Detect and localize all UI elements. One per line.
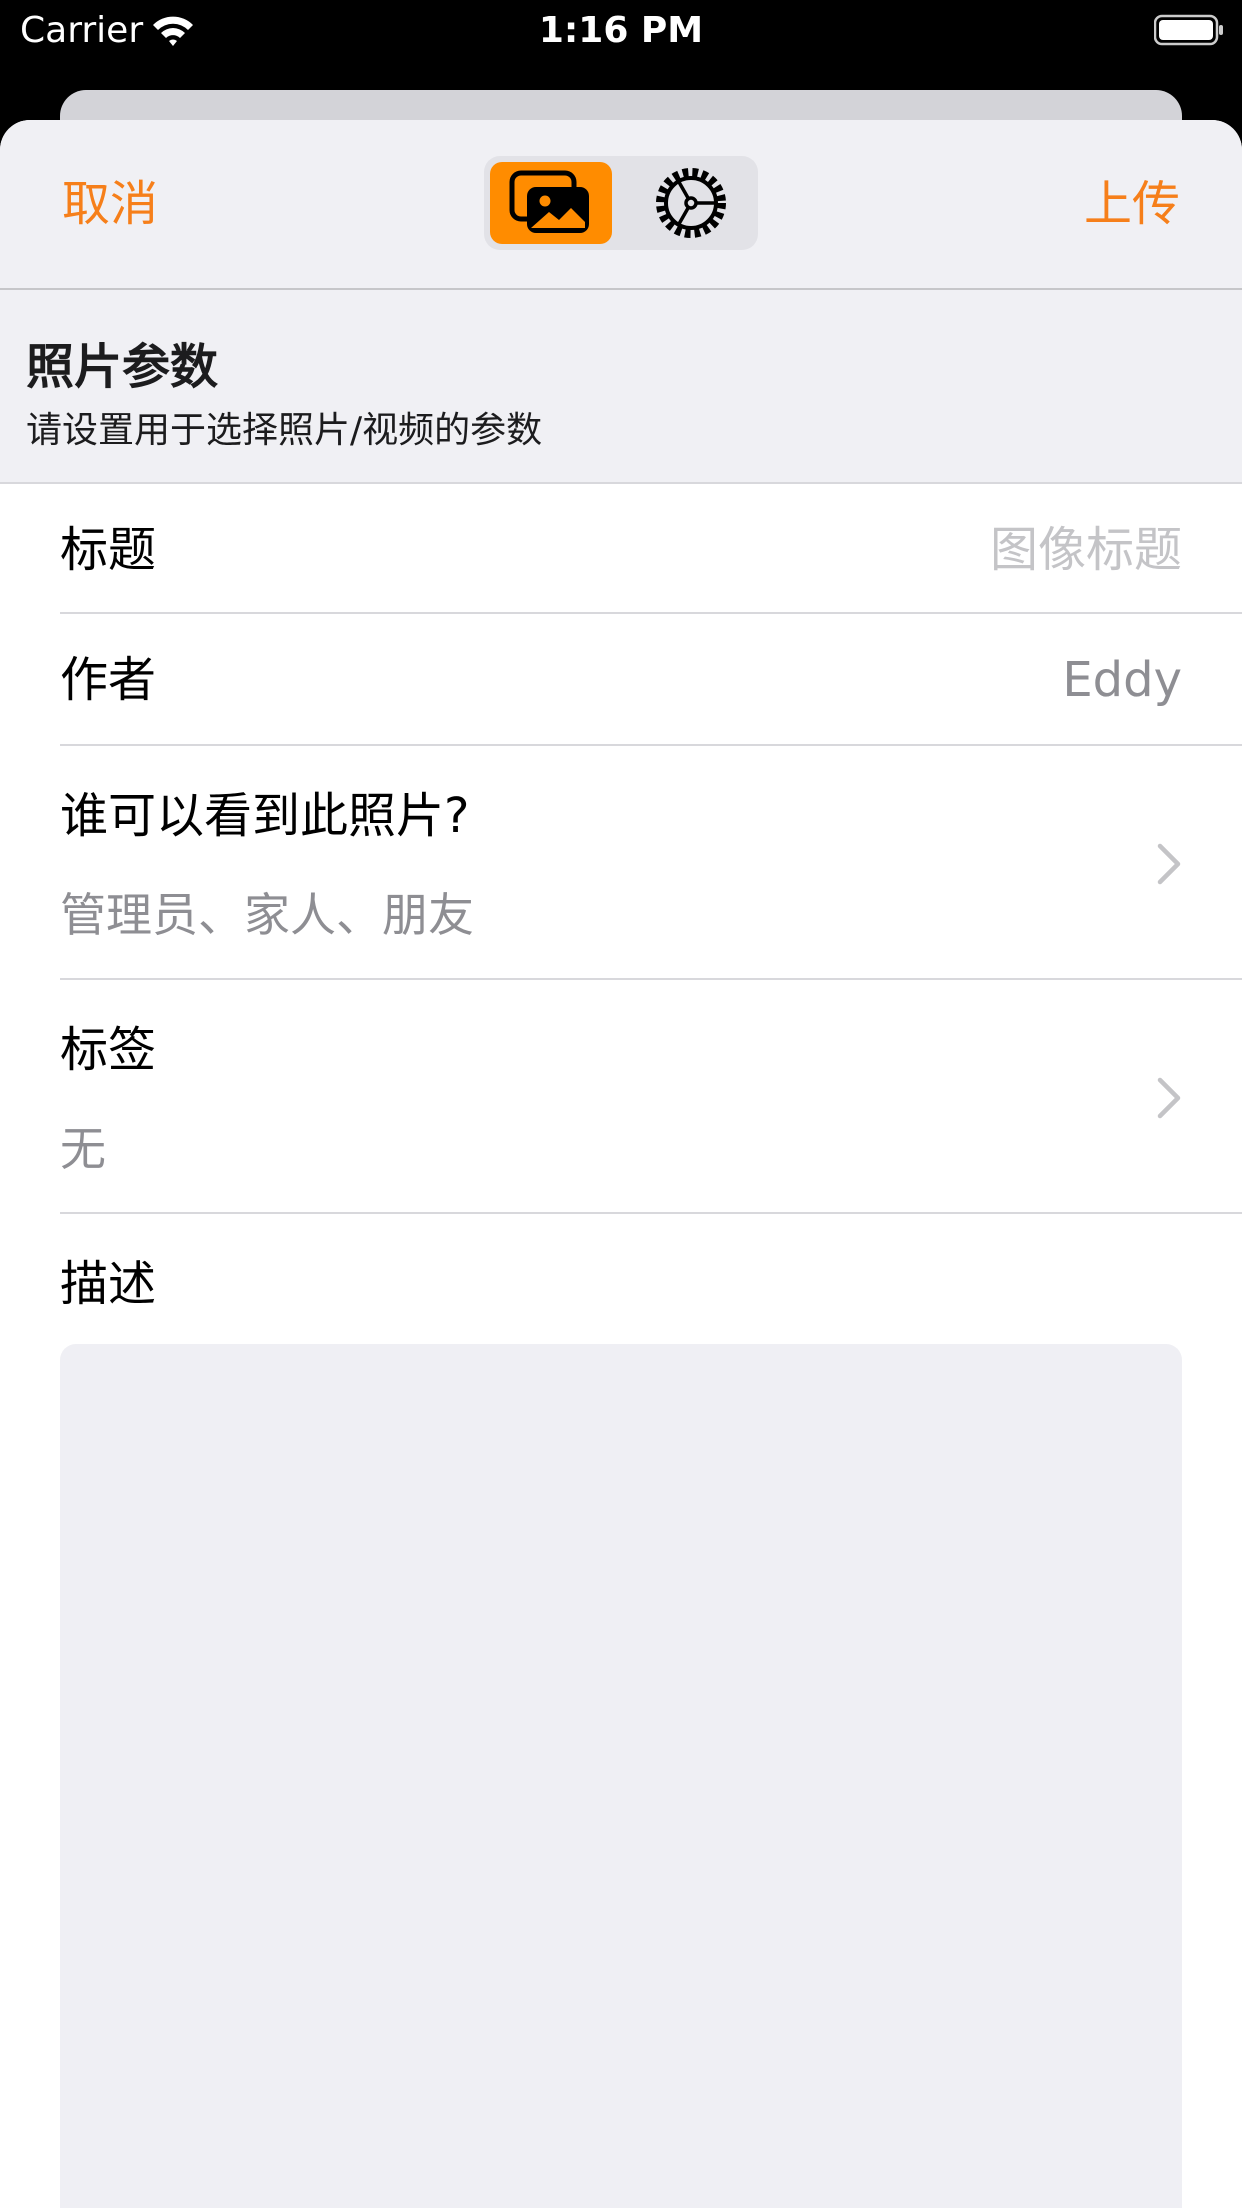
section-header: 照片参数 请设置用于选择照片/视频的参数 [0, 290, 1242, 484]
navigation-bar: 取消 上传 [0, 120, 1242, 290]
segmented-control [484, 156, 758, 250]
tags-label: 标签 [60, 1022, 157, 1078]
section-title: 照片参数 [26, 339, 219, 395]
description-textarea[interactable] [60, 1344, 1182, 2208]
description-row: 描述 [0, 1214, 1242, 2208]
author-row: 作者 Eddy [0, 614, 1242, 746]
modal-sheet: 取消 上传 照片参数 请设置用于选择照片/视频的参数 标题 图像标题 作者 Ed… [0, 120, 1242, 2208]
author-label: 作者 [60, 652, 157, 708]
privacy-value: 管理员、家人、朋友 [60, 888, 474, 942]
tags-value: 无 [60, 1122, 106, 1176]
segment-settings[interactable] [630, 162, 752, 244]
status-bar: Carrier 1:16 PM [0, 0, 1242, 66]
section-subtitle: 请设置用于选择照片/视频的参数 [26, 410, 543, 451]
privacy-label: 谁可以看到此照片? [60, 788, 470, 844]
photos-icon [509, 170, 589, 233]
status-time: 1:16 PM [538, 10, 704, 51]
chevron-right-icon [1157, 843, 1181, 885]
segment-photos[interactable] [490, 162, 612, 244]
upload-button[interactable]: 上传 [1084, 174, 1180, 234]
author-value: Eddy [1062, 652, 1182, 708]
tags-row[interactable]: 标签 无 [0, 980, 1242, 1214]
gear-icon [656, 168, 726, 238]
cancel-button[interactable]: 取消 [62, 174, 158, 234]
description-label: 描述 [60, 1256, 157, 1312]
battery-icon [1154, 14, 1223, 46]
privacy-row[interactable]: 谁可以看到此照片? 管理员、家人、朋友 [0, 746, 1242, 980]
title-input[interactable] [582, 520, 1182, 580]
title-label: 标题 [60, 522, 157, 578]
chevron-right-icon [1157, 1077, 1181, 1119]
title-row: 标题 [0, 484, 1242, 614]
